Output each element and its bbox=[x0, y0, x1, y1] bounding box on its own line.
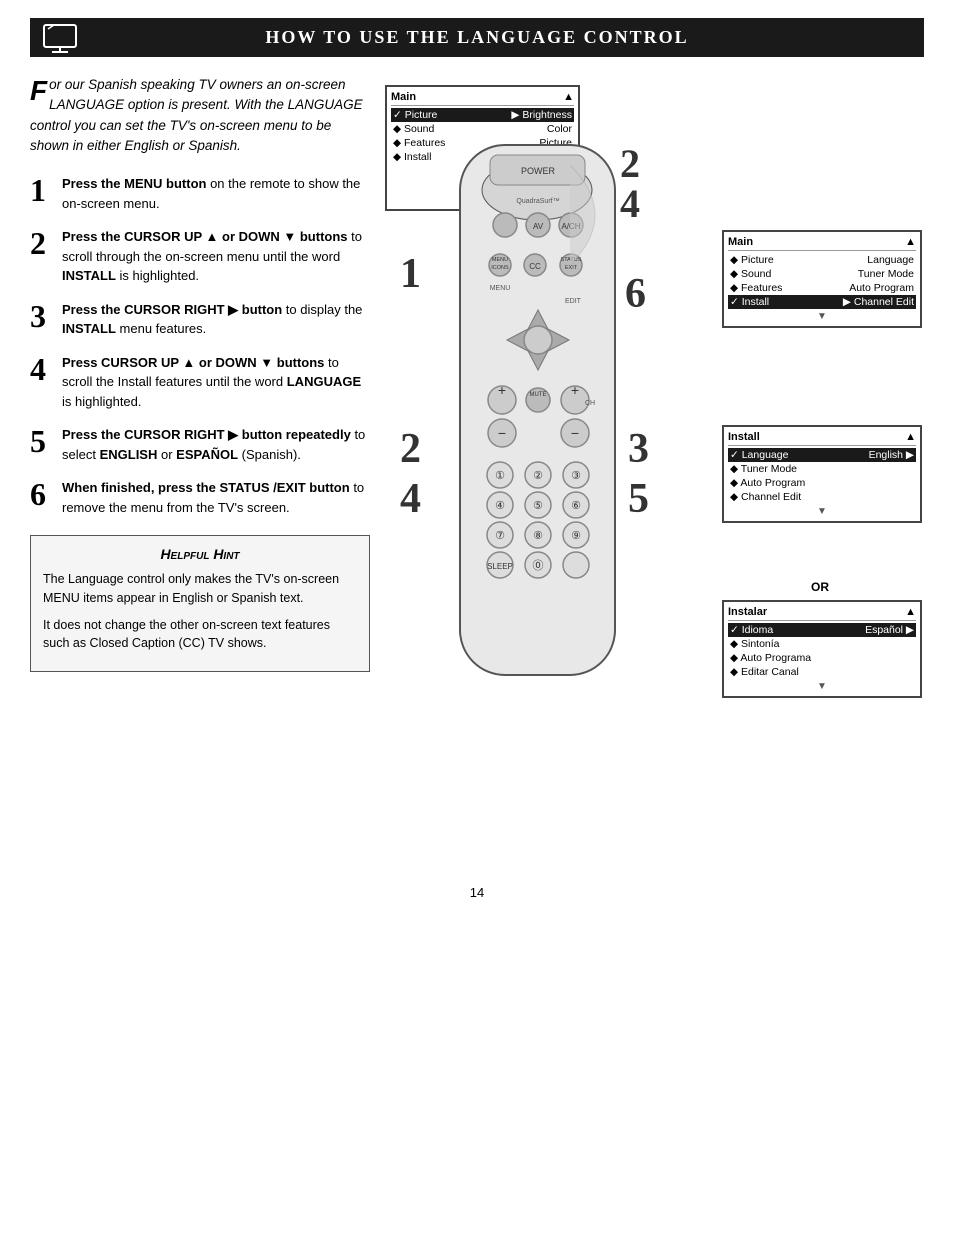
svg-text:ICONS: ICONS bbox=[491, 265, 509, 271]
step-4-number: 4 bbox=[30, 353, 52, 385]
hint-title: Helpful Hint bbox=[43, 546, 357, 562]
svg-text:⑦: ⑦ bbox=[495, 530, 505, 542]
menu-instalar-row-autoprog: ◆ Auto Programa bbox=[728, 651, 916, 665]
steps-list: 1 Press the MENU button on the remote to… bbox=[30, 174, 370, 517]
step-1-number: 1 bbox=[30, 174, 52, 206]
menu-main-right-title: Main▲ bbox=[728, 236, 916, 251]
hint-paragraph-2: It does not change the other on-screen t… bbox=[43, 616, 357, 654]
step-overlay-1-left: 1 bbox=[400, 250, 421, 298]
menu-right-row-features: ◆ FeaturesAuto Program bbox=[728, 281, 916, 295]
menu-right-row-install-highlighted: ✓ Install▶ Channel Edit bbox=[728, 295, 916, 309]
menu-install-row-tuner: ◆ Tuner Mode bbox=[728, 462, 916, 476]
svg-text:⑥: ⑥ bbox=[571, 500, 581, 512]
menu-install-row-autoprog: ◆ Auto Program bbox=[728, 476, 916, 490]
svg-text:POWER: POWER bbox=[521, 166, 556, 176]
svg-text:⑧: ⑧ bbox=[533, 530, 543, 542]
step-2-text: Press the CURSOR UP ▲ or DOWN ▼ buttons … bbox=[62, 227, 370, 286]
menu-install-row-channeledit: ◆ Channel Edit bbox=[728, 490, 916, 504]
menu-row-sound: ◆ SoundColor bbox=[391, 122, 574, 136]
step-3: 3 Press the CURSOR RIGHT ▶ button to dis… bbox=[30, 300, 370, 339]
step-1: 1 Press the MENU button on the remote to… bbox=[30, 174, 370, 213]
menu-right-row-sound: ◆ SoundTuner Mode bbox=[728, 267, 916, 281]
svg-text:⓪: ⓪ bbox=[533, 559, 544, 572]
svg-text:+: + bbox=[571, 382, 579, 398]
helpful-hint-box: Helpful Hint The Language control only m… bbox=[30, 535, 370, 672]
step-5-number: 5 bbox=[30, 425, 52, 457]
svg-text:−: − bbox=[571, 425, 579, 441]
menu-install: Install▲ ✓ LanguageEnglish ▶ ◆ Tuner Mod… bbox=[722, 425, 922, 523]
step-1-text: Press the MENU button on the remote to s… bbox=[62, 174, 370, 213]
svg-text:QuadraSurf™: QuadraSurf™ bbox=[516, 198, 559, 205]
tv-icon bbox=[42, 23, 78, 53]
menu-instalar-arrow: ▼ bbox=[728, 681, 916, 692]
menu-row-picture-highlighted: ✓ Picture▶ Brightness bbox=[391, 108, 574, 122]
svg-text:④: ④ bbox=[495, 500, 505, 512]
step-overlay-4-bottom: 4 bbox=[400, 475, 421, 523]
step-2-number: 2 bbox=[30, 227, 52, 259]
menu-instalar-row-idioma: ✓ IdiomaEspañol ▶ bbox=[728, 623, 916, 637]
menu-instalar-row-editarcanal: ◆ Editar Canal bbox=[728, 665, 916, 679]
page-title: How to Use the Language Control bbox=[265, 27, 688, 48]
menu-main-right: Main▲ ◆ PictureLanguage ◆ SoundTuner Mod… bbox=[722, 230, 922, 328]
menu-main-top-title: Main▲ bbox=[391, 91, 574, 106]
svg-text:CC: CC bbox=[529, 262, 541, 271]
menu-instalar-row-sintonia: ◆ Sintonía bbox=[728, 637, 916, 651]
hint-paragraph-1: The Language control only makes the TV's… bbox=[43, 570, 357, 608]
svg-text:SLEEP: SLEEP bbox=[487, 562, 513, 571]
menu-main-right-arrow: ▼ bbox=[728, 311, 916, 322]
step-6: 6 When finished, press the STATUS /EXIT … bbox=[30, 478, 370, 517]
step-6-number: 6 bbox=[30, 478, 52, 510]
svg-text:−: − bbox=[498, 425, 506, 441]
intro-text: or our Spanish speaking TV owners an on-… bbox=[30, 77, 363, 153]
step-4-text: Press CURSOR UP ▲ or DOWN ▼ buttons to s… bbox=[62, 353, 370, 412]
svg-text:MENU: MENU bbox=[490, 285, 511, 292]
or-label: OR bbox=[811, 580, 829, 594]
svg-text:AV: AV bbox=[533, 222, 544, 231]
step-5-text: Press the CURSOR RIGHT ▶ button repeated… bbox=[62, 425, 370, 464]
step-3-text: Press the CURSOR RIGHT ▶ button to displ… bbox=[62, 300, 370, 339]
svg-text:⑨: ⑨ bbox=[571, 530, 581, 542]
menu-install-arrow: ▼ bbox=[728, 506, 916, 517]
step-overlay-3-right: 3 bbox=[628, 425, 649, 473]
svg-text:EDIT: EDIT bbox=[565, 298, 582, 305]
svg-text:MUTE: MUTE bbox=[530, 392, 547, 398]
menu-install-row-language: ✓ LanguageEnglish ▶ bbox=[728, 448, 916, 462]
step-2: 2 Press the CURSOR UP ▲ or DOWN ▼ button… bbox=[30, 227, 370, 286]
svg-text:②: ② bbox=[533, 470, 543, 482]
svg-text:③: ③ bbox=[571, 470, 581, 482]
svg-text:+: + bbox=[498, 382, 506, 398]
intro-paragraph: F or our Spanish speaking TV owners an o… bbox=[30, 75, 370, 156]
menu-instalar-title: Instalar▲ bbox=[728, 606, 916, 621]
menu-instalar: Instalar▲ ✓ IdiomaEspañol ▶ ◆ Sintonía ◆… bbox=[722, 600, 922, 698]
step-5: 5 Press the CURSOR RIGHT ▶ button repeat… bbox=[30, 425, 370, 464]
step-overlay-5-right: 5 bbox=[628, 475, 649, 523]
svg-text:⑤: ⑤ bbox=[533, 500, 543, 512]
drop-cap: F bbox=[30, 79, 47, 103]
step-overlay-6-right: 6 bbox=[625, 270, 646, 318]
step-overlay-2-bottom: 2 bbox=[400, 425, 421, 473]
menu-right-row-picture: ◆ PictureLanguage bbox=[728, 253, 916, 267]
svg-text:①: ① bbox=[495, 470, 505, 482]
page-number: 14 bbox=[0, 885, 954, 920]
menu-install-title: Install▲ bbox=[728, 431, 916, 446]
step-6-text: When finished, press the STATUS /EXIT bu… bbox=[62, 478, 370, 517]
step-4: 4 Press CURSOR UP ▲ or DOWN ▼ buttons to… bbox=[30, 353, 370, 412]
decorative-arrow bbox=[560, 155, 640, 275]
header-icon bbox=[38, 20, 82, 56]
svg-text:MENU: MENU bbox=[492, 257, 508, 263]
step-3-number: 3 bbox=[30, 300, 52, 332]
svg-text:CH: CH bbox=[585, 400, 595, 407]
